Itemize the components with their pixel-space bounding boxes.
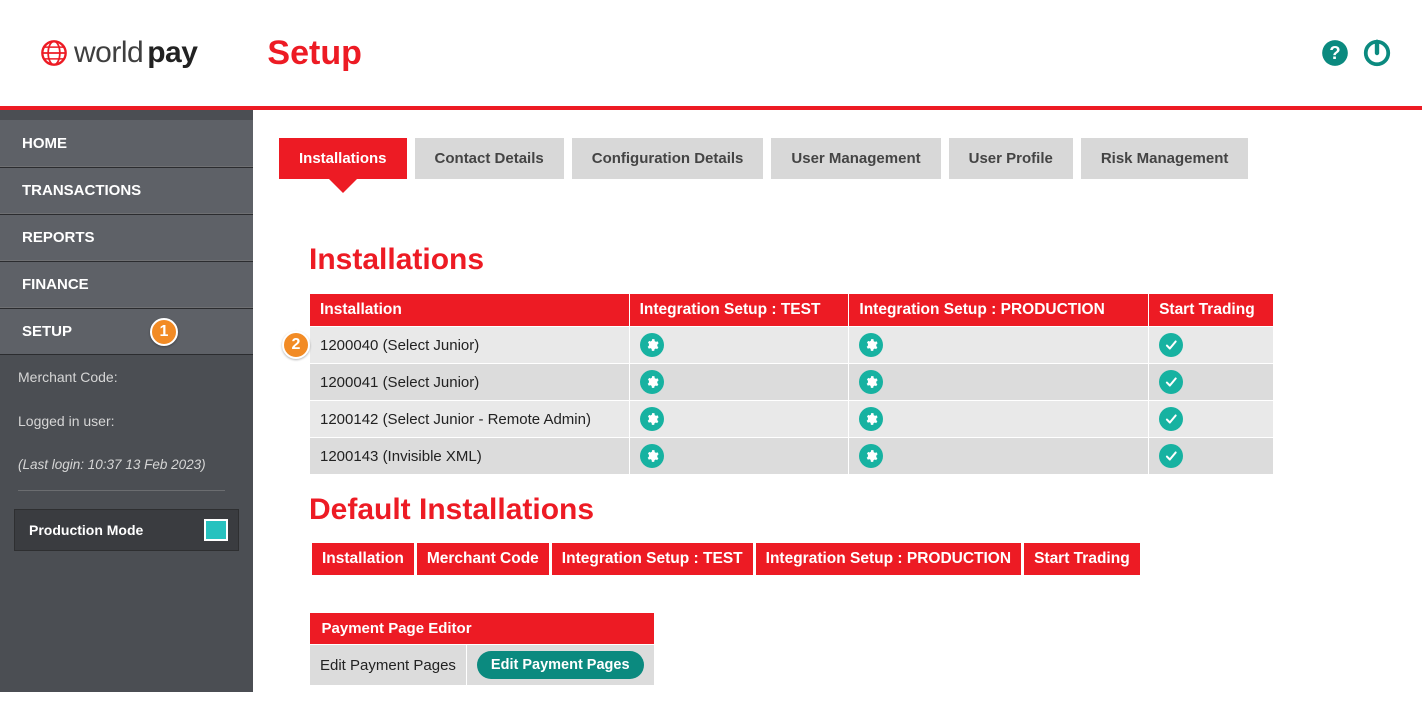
- brand-world: world: [74, 36, 143, 70]
- installations-table: Installation Integration Setup : TEST In…: [309, 293, 1274, 475]
- col-start-trading: Start Trading: [1149, 294, 1274, 327]
- installations-panel: Installations Installation Integration S…: [279, 211, 1396, 706]
- sidebar-item-setup[interactable]: SETUP 1: [0, 308, 253, 355]
- sidebar: HOME TRANSACTIONS REPORTS FINANCE SETUP …: [0, 110, 253, 692]
- installations-heading: Installations: [309, 243, 1366, 277]
- gear-icon[interactable]: [859, 333, 883, 357]
- col-merchant-code: Merchant Code: [417, 543, 549, 575]
- check-icon: [1159, 370, 1183, 394]
- col-installation: Installation: [310, 294, 630, 327]
- main-content: Installations Contact Details Configurat…: [253, 110, 1422, 692]
- mode-indicator: [204, 519, 228, 541]
- annotation-step-2: 2: [282, 331, 310, 359]
- table-row: 1200041 (Select Junior): [310, 364, 1274, 401]
- check-icon: [1159, 333, 1183, 357]
- edit-payment-pages-button[interactable]: Edit Payment Pages: [477, 651, 644, 679]
- header: worldpay Setup ?: [0, 0, 1422, 110]
- editor-heading: Payment Page Editor: [310, 613, 655, 645]
- installation-label: 1200041 (Select Junior): [310, 364, 630, 401]
- check-icon: [1159, 444, 1183, 468]
- tab-configuration-details[interactable]: Configuration Details: [572, 138, 764, 179]
- mode-label: Production Mode: [29, 522, 204, 538]
- col-start-trading: Start Trading: [1024, 543, 1140, 575]
- table-row: 2 1200040 (Select Junior): [310, 327, 1274, 364]
- brand-pay: pay: [147, 36, 197, 70]
- tab-user-profile[interactable]: User Profile: [949, 138, 1073, 179]
- gear-icon[interactable]: [640, 444, 664, 468]
- gear-icon[interactable]: [640, 370, 664, 394]
- payment-page-editor-table: Payment Page Editor Edit Payment Pages E…: [309, 613, 655, 686]
- brand-logo: worldpay: [40, 36, 197, 70]
- gear-icon[interactable]: [859, 444, 883, 468]
- table-row: 1200143 (Invisible XML): [310, 438, 1274, 475]
- globe-icon: [40, 39, 68, 67]
- gear-icon[interactable]: [859, 407, 883, 431]
- default-installations-heading: Default Installations: [309, 493, 1366, 527]
- logged-in-user-label: Logged in user:: [18, 413, 235, 429]
- tab-user-management[interactable]: User Management: [771, 138, 940, 179]
- sidebar-item-home[interactable]: HOME: [0, 120, 253, 167]
- col-production: Integration Setup : PRODUCTION: [756, 543, 1021, 575]
- sidebar-item-finance[interactable]: FINANCE: [0, 261, 253, 308]
- mode-toggle[interactable]: Production Mode: [14, 509, 239, 551]
- gear-icon[interactable]: [640, 333, 664, 357]
- page-title: Setup: [267, 34, 361, 73]
- default-installations-table: Installation Merchant Code Integration S…: [309, 543, 1143, 575]
- svg-text:?: ?: [1329, 42, 1340, 63]
- gear-icon[interactable]: [640, 407, 664, 431]
- table-row: 1200142 (Select Junior - Remote Admin): [310, 401, 1274, 438]
- tab-bar: Installations Contact Details Configurat…: [279, 138, 1396, 179]
- last-login-label: (Last login: 10:37 13 Feb 2023): [18, 457, 235, 472]
- col-installation: Installation: [312, 543, 414, 575]
- sidebar-item-label: SETUP: [22, 323, 72, 340]
- editor-row-label: Edit Payment Pages: [310, 645, 467, 686]
- installation-label: 1200142 (Select Junior - Remote Admin): [310, 401, 630, 438]
- power-icon[interactable]: [1362, 38, 1392, 68]
- installation-label: 1200040 (Select Junior): [320, 337, 479, 354]
- sidebar-item-reports[interactable]: REPORTS: [0, 214, 253, 261]
- divider: [18, 490, 225, 491]
- col-test: Integration Setup : TEST: [552, 543, 753, 575]
- col-test: Integration Setup : TEST: [629, 294, 849, 327]
- installation-label: 1200143 (Invisible XML): [310, 438, 630, 475]
- sidebar-item-transactions[interactable]: TRANSACTIONS: [0, 167, 253, 214]
- gear-icon[interactable]: [859, 370, 883, 394]
- col-production: Integration Setup : PRODUCTION: [849, 294, 1149, 327]
- check-icon: [1159, 407, 1183, 431]
- tab-contact-details[interactable]: Contact Details: [415, 138, 564, 179]
- merchant-code-label: Merchant Code:: [18, 369, 235, 385]
- annotation-step-1: 1: [150, 318, 178, 346]
- tab-risk-management[interactable]: Risk Management: [1081, 138, 1249, 179]
- tab-installations[interactable]: Installations: [279, 138, 407, 179]
- help-icon[interactable]: ?: [1320, 38, 1350, 68]
